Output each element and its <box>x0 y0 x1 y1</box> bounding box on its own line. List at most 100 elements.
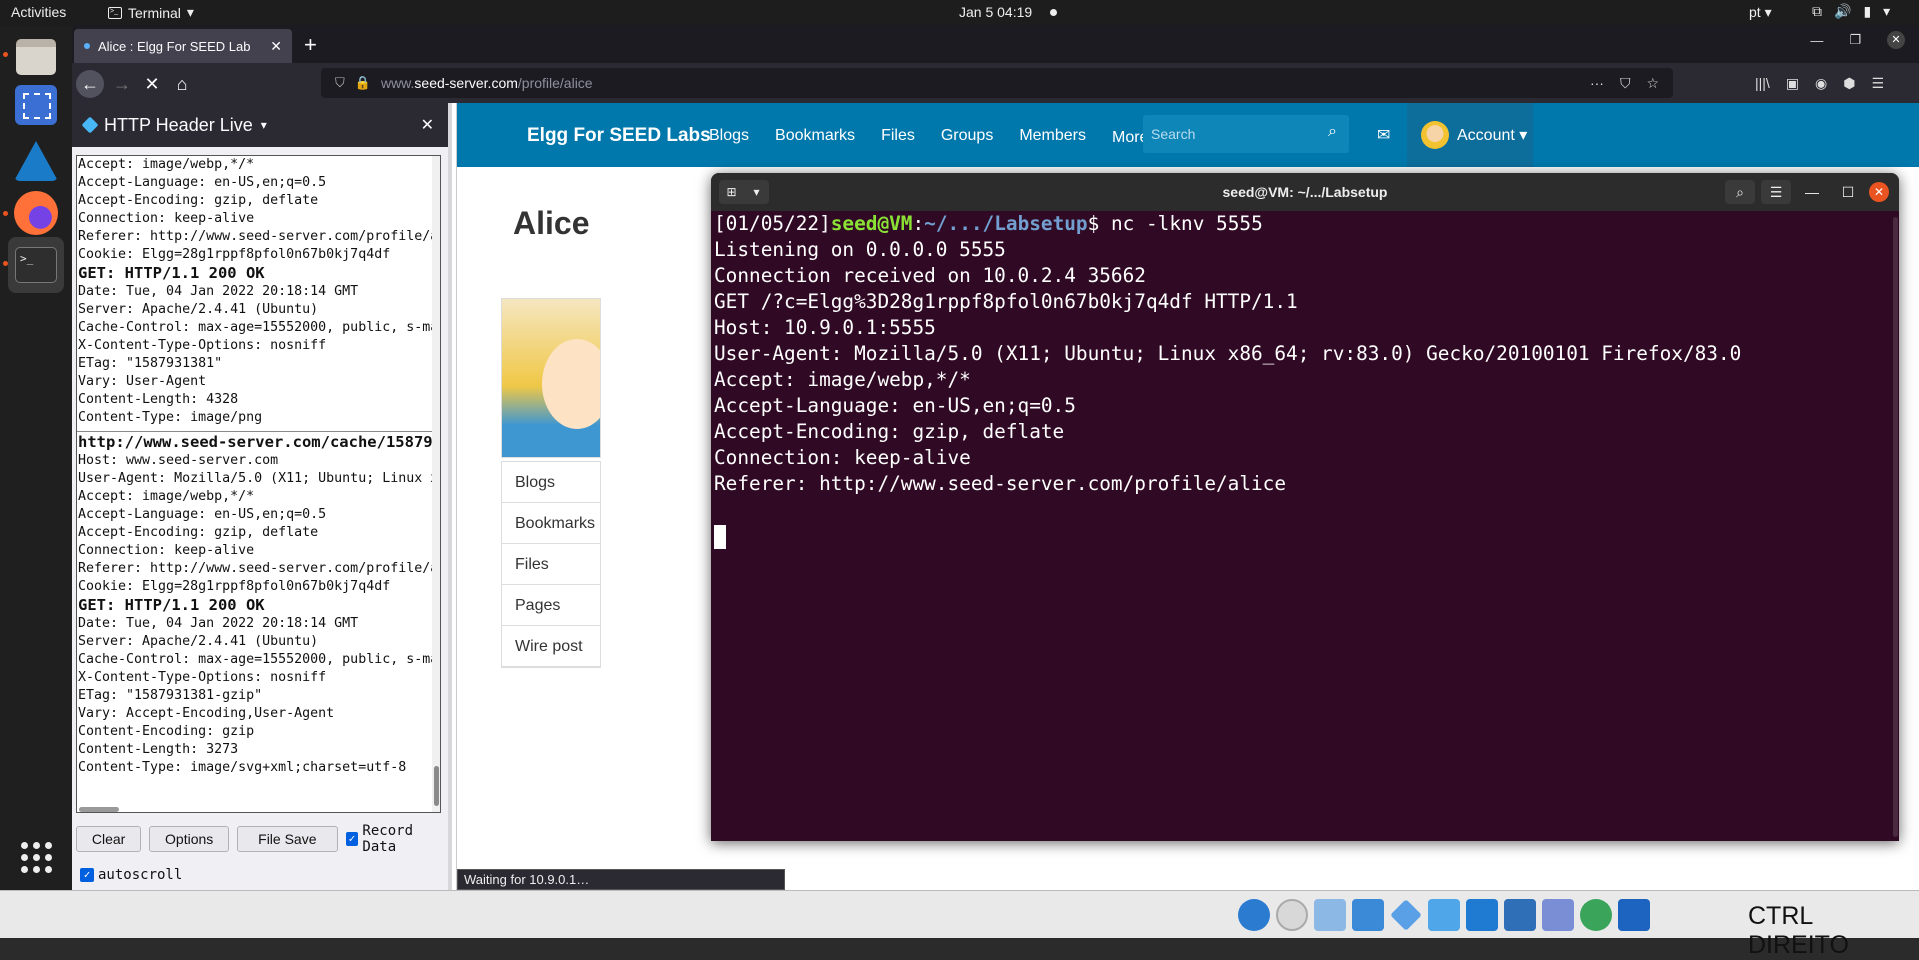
log-line: Accept-Language: en-US,en;q=0.5 <box>78 175 327 190</box>
owner-menu-item[interactable]: Bookmarks <box>502 503 600 544</box>
account-icon[interactable]: ◉ <box>1815 75 1827 92</box>
search-placeholder: Search <box>1151 126 1196 142</box>
terminal-output[interactable]: [01/05/22]seed@VM:~/.../Labsetup$ nc -lk… <box>714 213 1741 551</box>
library-icon[interactable]: |||\ <box>1755 75 1770 92</box>
elgg-brand-link[interactable]: Elgg For SEED Labs <box>527 125 711 147</box>
terminal-line: GET /?c=Elgg%3D28g1rppf8pfol0n67b0kj7q4d… <box>714 290 1298 313</box>
log-line: Cookie: Elgg=28g1rppf8pfol0n67b0kj7q4df <box>78 579 391 594</box>
cd-icon[interactable] <box>1276 899 1308 931</box>
terminal-line: Accept-Language: en-US,en;q=0.5 <box>714 394 1076 417</box>
clear-button[interactable]: Clear <box>76 826 142 852</box>
new-tab-button[interactable]: + <box>304 32 317 58</box>
prompt-date: [01/05/22] <box>714 212 831 235</box>
close-sidebar-icon[interactable]: ✕ <box>421 115 434 135</box>
close-window-icon[interactable]: ✕ <box>1869 182 1889 202</box>
volume-icon: 🔊 <box>1834 3 1852 19</box>
elgg-nav-link[interactable]: Bookmarks <box>775 127 855 147</box>
owner-menu-item[interactable]: Wire post <box>502 626 600 667</box>
options-button[interactable]: Options <box>149 826 230 852</box>
keyboard-layout-indicator[interactable]: pt ▾ <box>1749 4 1772 21</box>
log-line: Content-Length: 4328 <box>78 392 239 407</box>
url-bar[interactable]: ⛉ 🔒 www.seed-server.com/profile/alice ··… <box>321 68 1673 98</box>
terminal-window[interactable]: ⊞ ▾ seed@VM: ~/.../Labsetup ⌕ ☰ — ☐ ✕ [0… <box>711 173 1899 841</box>
audio-icon[interactable] <box>1314 899 1346 931</box>
log-line: http://www.seed-server.com/cache/1587931… <box>77 431 441 451</box>
owner-menu-item[interactable]: Blogs <box>502 462 600 503</box>
stop-button[interactable]: ✕ <box>138 70 166 98</box>
search-icon[interactable]: ⌕ <box>1328 123 1337 141</box>
elgg-nav-link[interactable]: Blogs <box>709 127 749 147</box>
elgg-nav-link[interactable]: Groups <box>941 127 993 147</box>
dock-terminal[interactable]: >_ <box>8 237 64 293</box>
shared-folder-icon[interactable] <box>1428 899 1460 931</box>
http-header-live-icon <box>81 116 99 134</box>
network-adapter-icon[interactable] <box>1352 899 1384 931</box>
header-log[interactable]: Accept: image/webp,*/* Accept-Language: e… <box>76 155 441 813</box>
clock[interactable]: Jan 5 04:19 <box>959 4 1032 20</box>
record-data-checkbox[interactable]: ✓ Record Data <box>345 823 448 855</box>
maximize-icon[interactable]: ☐ <box>1833 184 1863 201</box>
search-icon[interactable]: ⌕ <box>1725 180 1755 204</box>
url-path: /profile/alice <box>517 75 593 91</box>
terminal-headerbar[interactable]: ⊞ ▾ seed@VM: ~/.../Labsetup ⌕ ☰ — ☐ ✕ <box>711 173 1899 211</box>
video-capture-icon[interactable] <box>1504 899 1536 931</box>
horizontal-scrollbar[interactable] <box>79 807 119 812</box>
battery-icon: ▮ <box>1863 3 1872 19</box>
log-line: Cache-Control: max-age=15552000, public,… <box>78 652 440 667</box>
show-applications-button[interactable] <box>8 829 64 885</box>
tab-title: Alice : Elgg For SEED Lab <box>98 38 251 54</box>
terminal-scrollbar[interactable] <box>1893 217 1898 837</box>
navigation-toolbar: ← → ✕ ⌂ ⛉ 🔒 www.seed-server.com/profile/… <box>72 63 1919 103</box>
mouse-integration-icon[interactable] <box>1580 899 1612 931</box>
owner-menu-item[interactable]: Files <box>502 544 600 585</box>
dock-screenshot[interactable] <box>8 77 64 133</box>
tab-alice-profile[interactable]: Alice : Elgg For SEED Lab ✕ <box>74 29 292 63</box>
extension-icon[interactable]: ⬢ <box>1843 75 1855 92</box>
home-button[interactable]: ⌂ <box>168 70 196 98</box>
toolbar-right: |||\ ▣ ◉ ⬢ ☰ <box>1755 75 1884 92</box>
messages-icon[interactable]: ✉ <box>1377 125 1390 145</box>
elgg-nav-link[interactable]: Files <box>881 127 915 147</box>
prompt-line: [01/05/22]seed@VM:~/.../Labsetup$ nc -lk… <box>714 213 1741 239</box>
page-actions-icon[interactable]: ··· <box>1590 75 1604 92</box>
terminal-icon: >_ <box>15 247 57 283</box>
dock-firefox[interactable] <box>8 185 64 241</box>
pocket-icon[interactable]: ⛉ <box>1620 75 1631 92</box>
profile-name: Alice <box>513 205 590 241</box>
hamburger-menu-icon[interactable]: ☰ <box>1761 180 1791 204</box>
elgg-nav-link[interactable]: Members <box>1019 127 1086 147</box>
log-line: Connection: keep-alive <box>78 211 255 226</box>
app-menu-terminal[interactable]: >_ Terminal ▾ <box>108 4 194 21</box>
optical-drive-icon[interactable] <box>1238 899 1270 931</box>
keyboard-capture-icon[interactable] <box>1618 899 1650 931</box>
vertical-scrollbar[interactable] <box>432 156 440 812</box>
activities-button[interactable]: Activities <box>11 4 66 20</box>
bookmark-star-icon[interactable]: ☆ <box>1646 75 1659 92</box>
virtualbox-statusbar: CTRL DIREITO <box>0 890 1919 959</box>
file-save-button[interactable]: File Save <box>237 826 338 852</box>
minimize-icon[interactable]: — <box>1797 184 1827 200</box>
sidebar-header[interactable]: HTTP Header Live ▾ ✕ <box>72 103 448 147</box>
log-line: Connection: keep-alive <box>78 543 255 558</box>
keyboard-layout-label: pt <box>1749 4 1761 20</box>
close-window-icon[interactable]: ✕ <box>1887 31 1905 49</box>
autoscroll-checkbox[interactable]: ✓ autoscroll <box>80 867 182 883</box>
vt-x-icon[interactable] <box>1542 899 1574 931</box>
hamburger-menu-icon[interactable]: ☰ <box>1872 75 1885 92</box>
forward-button[interactable]: → <box>108 70 136 98</box>
maximize-icon[interactable]: ❐ <box>1849 32 1861 48</box>
system-tray[interactable]: ⧉ 🔊 ▮ ▾ <box>1812 3 1890 20</box>
dock-wireshark[interactable] <box>8 133 64 189</box>
account-menu[interactable]: Account ▾ <box>1407 103 1533 167</box>
shield-icon[interactable]: ⛉ <box>335 75 345 91</box>
minimize-icon[interactable]: — <box>1810 33 1823 48</box>
avatar <box>1421 121 1449 149</box>
usb-icon[interactable] <box>1390 899 1422 931</box>
elgg-search-input[interactable]: Search ⌕ <box>1143 115 1349 153</box>
close-tab-icon[interactable]: ✕ <box>270 38 282 55</box>
sidebar-toggle-icon[interactable]: ▣ <box>1786 75 1799 92</box>
insecure-lock-icon[interactable]: 🔒 <box>355 75 371 91</box>
owner-menu-item[interactable]: Pages <box>502 585 600 626</box>
back-button[interactable]: ← <box>76 70 104 98</box>
display-icon[interactable] <box>1466 899 1498 931</box>
